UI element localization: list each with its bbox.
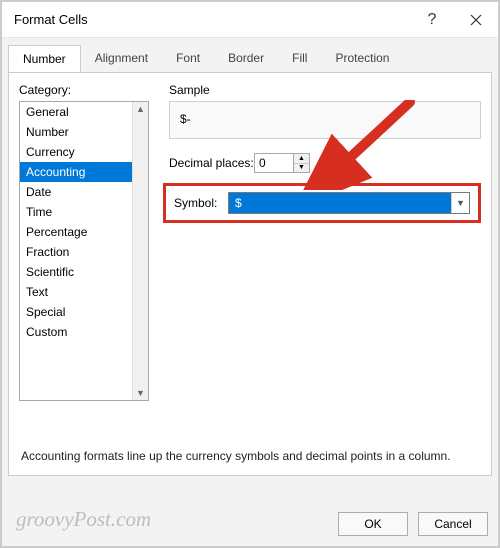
help-button[interactable]: ? <box>410 2 454 38</box>
close-icon <box>470 14 482 26</box>
list-item[interactable]: Date <box>20 182 148 202</box>
symbol-row-highlight: Symbol: $ ▼ <box>163 183 481 223</box>
spinner-down-icon[interactable]: ▼ <box>294 164 309 173</box>
tab-number[interactable]: Number <box>8 45 81 73</box>
list-item[interactable]: Number <box>20 122 148 142</box>
tab-alignment[interactable]: Alignment <box>81 45 162 73</box>
tab-protection[interactable]: Protection <box>321 45 403 73</box>
list-item[interactable]: Percentage <box>20 222 148 242</box>
spinner-up-icon[interactable]: ▲ <box>294 154 309 164</box>
symbol-label: Symbol: <box>174 196 228 210</box>
symbol-selected-value: $ <box>229 193 451 213</box>
tab-panel: Category: General Number Currency Accoun… <box>8 72 492 476</box>
list-item[interactable]: Custom <box>20 322 148 342</box>
chevron-down-icon[interactable]: ▼ <box>451 193 469 213</box>
sample-label: Sample <box>169 83 210 97</box>
list-item-selected[interactable]: Accounting <box>20 162 148 182</box>
list-item[interactable]: Text <box>20 282 148 302</box>
decimal-places-label: Decimal places: <box>169 156 254 170</box>
list-item[interactable]: Scientific <box>20 262 148 282</box>
sample-value: $- <box>180 112 191 126</box>
category-label: Category: <box>19 83 71 97</box>
close-button[interactable] <box>454 2 498 38</box>
tab-strip: Number Alignment Font Border Fill Protec… <box>2 38 498 72</box>
scrollbar[interactable]: ▲ ▼ <box>132 102 148 400</box>
sample-preview: $- <box>169 101 481 139</box>
tab-fill[interactable]: Fill <box>278 45 321 73</box>
titlebar: Format Cells ? <box>2 2 498 38</box>
list-item[interactable]: General <box>20 102 148 122</box>
format-cells-dialog: Format Cells ? Number Alignment Font Bor… <box>2 2 498 546</box>
category-listbox[interactable]: General Number Currency Accounting Date … <box>19 101 149 401</box>
scroll-down-icon[interactable]: ▼ <box>136 386 145 400</box>
list-item[interactable]: Fraction <box>20 242 148 262</box>
tab-font[interactable]: Font <box>162 45 214 73</box>
cancel-button[interactable]: Cancel <box>418 512 488 536</box>
watermark: groovyPost.com <box>16 507 151 532</box>
format-description: Accounting formats line up the currency … <box>21 449 479 463</box>
dialog-window: Format Cells ? Number Alignment Font Bor… <box>0 0 500 548</box>
list-item[interactable]: Special <box>20 302 148 322</box>
scroll-up-icon[interactable]: ▲ <box>136 102 145 116</box>
decimal-places-input[interactable] <box>254 153 294 173</box>
tab-border[interactable]: Border <box>214 45 278 73</box>
decimal-places-spinner[interactable]: ▲ ▼ <box>254 153 310 173</box>
dialog-footer: OK Cancel <box>338 512 488 536</box>
ok-button[interactable]: OK <box>338 512 408 536</box>
list-item[interactable]: Currency <box>20 142 148 162</box>
list-item[interactable]: Time <box>20 202 148 222</box>
symbol-dropdown[interactable]: $ ▼ <box>228 192 470 214</box>
dialog-title: Format Cells <box>14 12 88 27</box>
